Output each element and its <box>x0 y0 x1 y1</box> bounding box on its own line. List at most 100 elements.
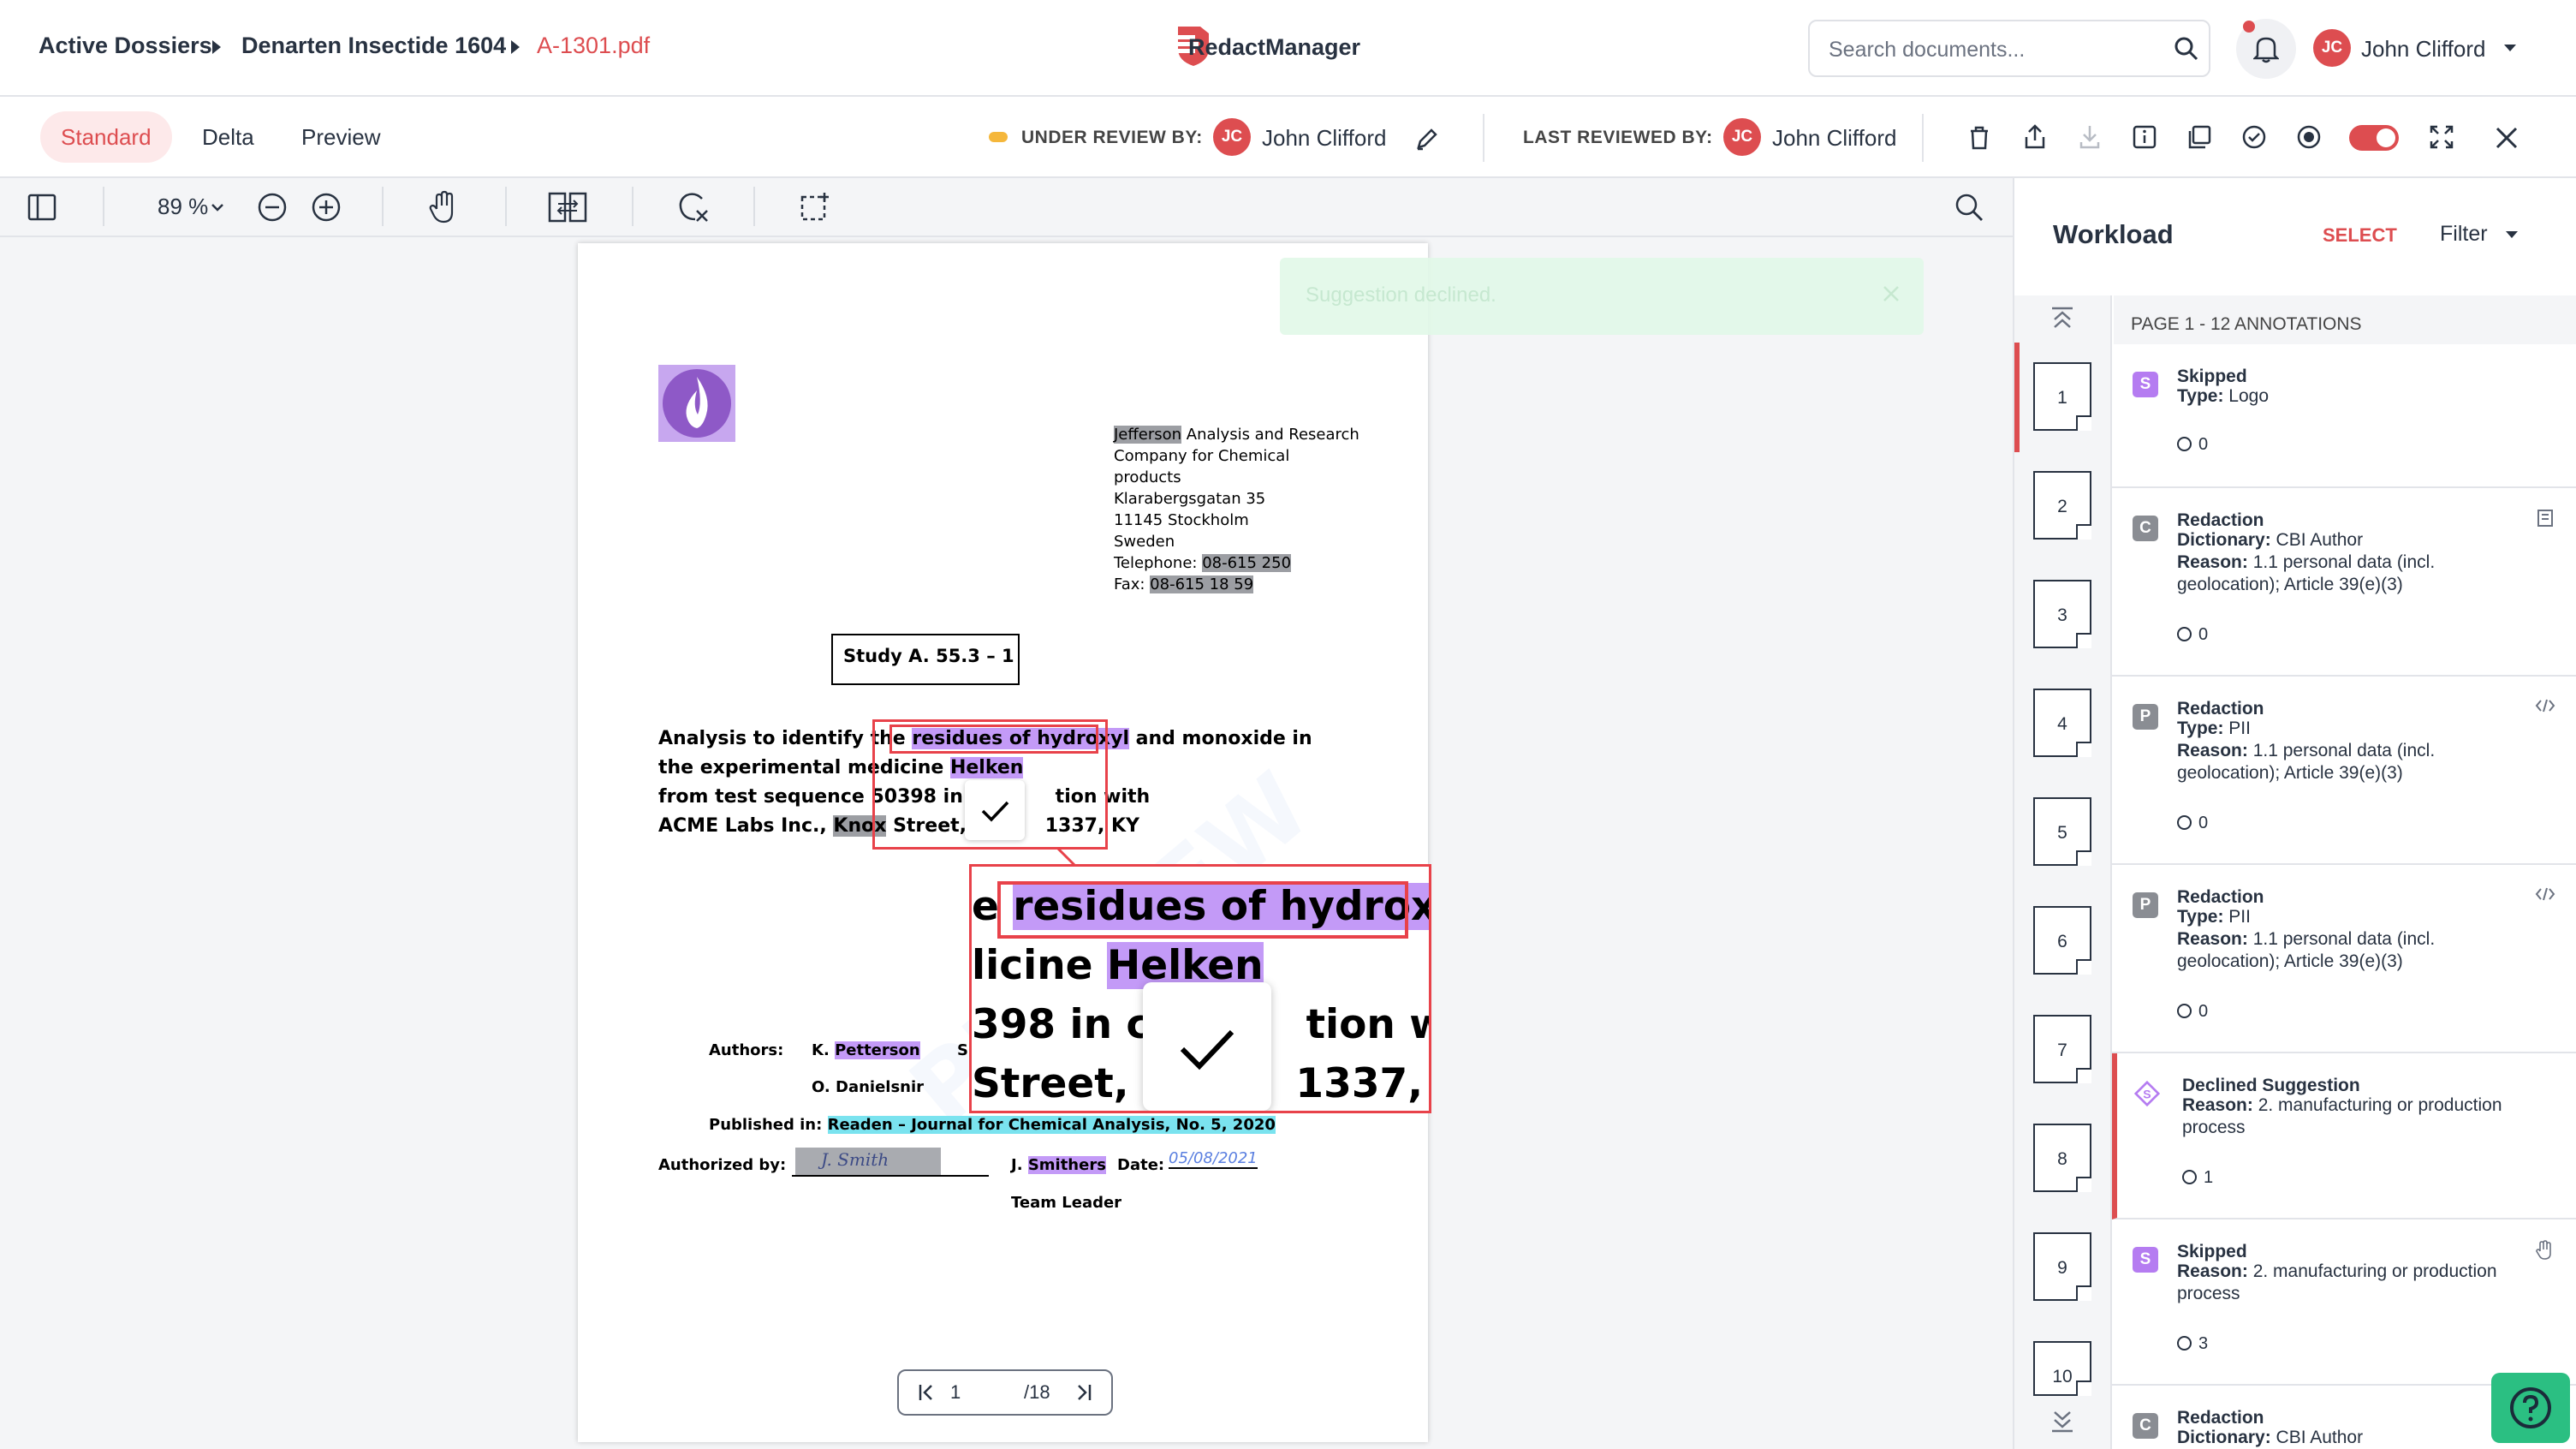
zoom-level[interactable]: 89 % <box>158 194 208 220</box>
author-partial: S <box>957 1041 968 1059</box>
first-page-icon[interactable] <box>918 1383 935 1402</box>
zoom-out-icon[interactable] <box>257 192 288 223</box>
select-button[interactable]: SELECT <box>2323 224 2397 247</box>
annotation-card-4[interactable]: P Redaction Type: PII Reason: 1.1 person… <box>2112 865 2576 1053</box>
signature: J. Smith <box>821 1149 889 1170</box>
page-thumb-10[interactable]: 10 <box>2033 1341 2091 1396</box>
annotation-title: Declined Suggestion <box>2182 1076 2360 1095</box>
toggle-switch[interactable] <box>2349 125 2399 151</box>
reviewer-name[interactable]: John Clifford <box>1262 125 1387 152</box>
clear-annotations-icon[interactable] <box>676 190 711 224</box>
share-icon[interactable] <box>2022 123 2048 151</box>
code-icon <box>2535 886 2555 903</box>
compare-pages-icon[interactable] <box>548 192 587 223</box>
pan-hand-icon[interactable] <box>428 190 459 224</box>
page-thumb-1[interactable]: 1 <box>2033 362 2091 431</box>
redacted-fax[interactable]: 08-615 18 59 <box>1150 575 1254 593</box>
annotation-card-2[interactable]: C Redaction Dictionary: CBI Author Reaso… <box>2112 488 2576 677</box>
approve-check-icon[interactable] <box>2241 124 2267 150</box>
tab-preview[interactable]: Preview <box>281 111 401 163</box>
annotation-detail: Type: PII <box>2177 907 2251 927</box>
scroll-to-top-icon[interactable] <box>2049 306 2075 330</box>
notifications-button[interactable] <box>2236 19 2296 79</box>
date-value[interactable]: 05/08/2021 <box>1169 1149 1258 1169</box>
info-icon[interactable] <box>2132 124 2157 150</box>
page-thumb-7[interactable]: 7 <box>2033 1015 2091 1083</box>
page-thumb-9[interactable]: 9 <box>2033 1232 2091 1301</box>
help-button[interactable] <box>2491 1373 2570 1443</box>
user-avatar[interactable]: JC <box>2313 29 2351 67</box>
filter-chevron-icon[interactable] <box>2506 231 2518 238</box>
toggle-sidebar-icon[interactable] <box>27 194 57 221</box>
annotation-card-6[interactable]: S Skipped Reason: 2. manufacturing or pr… <box>2112 1219 2576 1386</box>
search-input[interactable] <box>1829 34 2154 65</box>
accept-annotation-button[interactable] <box>965 780 1025 840</box>
magnifier-lens: e residues of hydroxyl a licine Helken 3… <box>969 864 1431 1113</box>
svg-text:S: S <box>2143 1087 2151 1100</box>
edit-reviewer-pencil-icon[interactable] <box>1414 126 1440 152</box>
published-line: Published in: Readen – Journal for Chemi… <box>709 1116 1276 1134</box>
page-thumb-8[interactable]: 8 <box>2033 1124 2091 1192</box>
record-icon[interactable] <box>2296 124 2322 150</box>
page-number-input[interactable]: 1 <box>950 1381 961 1404</box>
filter-button[interactable]: Filter <box>2440 222 2488 247</box>
user-name[interactable]: John Clifford <box>2361 36 2486 63</box>
tab-delta[interactable]: Delta <box>181 111 275 163</box>
annotation-card-1[interactable]: S Skipped Type: Logo 0 <box>2112 344 2576 488</box>
delete-icon[interactable] <box>1967 125 1991 151</box>
annotation-card-3[interactable]: P Redaction Type: PII Reason: 1.1 person… <box>2112 677 2576 865</box>
view-mode-bar: Standard Delta Preview UNDER REVIEW BY: … <box>0 97 2576 178</box>
notification-dot <box>2243 21 2255 33</box>
toast-close-icon[interactable] <box>1881 283 1901 304</box>
active-page-marker <box>2014 343 2020 452</box>
comment-icon <box>2177 627 2192 641</box>
divider <box>382 187 384 226</box>
comment-count[interactable]: 1 <box>2182 1168 2213 1188</box>
comment-count[interactable]: 0 <box>2177 435 2208 455</box>
copy-document-icon[interactable] <box>2186 124 2212 150</box>
user-menu-chevron-icon[interactable] <box>2504 45 2516 51</box>
comment-count[interactable]: 3 <box>2177 1334 2208 1354</box>
scroll-to-bottom-icon[interactable] <box>2049 1409 2079 1443</box>
last-page-icon[interactable] <box>1075 1383 1092 1402</box>
workload-title: Workload <box>2053 219 2174 249</box>
page-thumb-4[interactable]: 4 <box>2033 689 2091 757</box>
document-logo[interactable] <box>658 365 735 442</box>
declined-suggestion-icon: S <box>2134 1080 2160 1107</box>
redacted-telephone[interactable]: 08-615 250 <box>1202 554 1292 572</box>
area-select-icon[interactable] <box>800 192 830 223</box>
breadcrumb-item-dossier[interactable]: Denarten Insectide 1604 <box>241 33 506 59</box>
comment-icon <box>2177 815 2192 830</box>
search-icon[interactable] <box>2173 35 2200 63</box>
annotation-card-5[interactable]: S Declined Suggestion Reason: 2. manufac… <box>2112 1053 2576 1219</box>
divider <box>1922 114 1924 162</box>
redacted-signature[interactable]: J. Smith <box>795 1148 941 1175</box>
close-icon[interactable] <box>2495 126 2519 150</box>
download-icon[interactable] <box>2077 123 2103 151</box>
page-thumb-2[interactable]: 2 <box>2033 471 2091 540</box>
annotation-detail: Dictionary: CBI Author <box>2177 530 2364 550</box>
annotation-published[interactable]: Readen – Journal for Chemical Analysis, … <box>827 1116 1276 1134</box>
redacted-company[interactable]: Jefferson <box>1114 426 1182 444</box>
help-icon <box>2510 1387 2551 1428</box>
selected-annotation-highlight[interactable] <box>889 724 1098 754</box>
zoom-in-icon[interactable] <box>311 192 342 223</box>
annotation-petterson[interactable]: Petterson <box>835 1041 920 1059</box>
page-thumb-3[interactable]: 3 <box>2033 580 2091 648</box>
fullscreen-icon[interactable] <box>2429 124 2454 150</box>
annotation-smithers[interactable]: Smithers <box>1027 1156 1106 1174</box>
divider <box>505 187 507 226</box>
magnified-annotation-highlight <box>997 881 1408 939</box>
page-thumb-5[interactable]: 5 <box>2033 797 2091 866</box>
page-annotations-header: PAGE 1 - 12 ANNOTATIONS <box>2114 295 2576 350</box>
comment-count[interactable]: 0 <box>2177 814 2208 833</box>
tab-standard[interactable]: Standard <box>40 111 172 163</box>
skipped-badge: S <box>2133 372 2158 397</box>
comment-count[interactable]: 0 <box>2177 1002 2208 1022</box>
divider <box>103 187 104 226</box>
study-label: Study A. 55.3 – 1 <box>843 646 1014 666</box>
page-thumb-6[interactable]: 6 <box>2033 906 2091 975</box>
document-search-icon[interactable] <box>1954 192 1984 223</box>
breadcrumb-item-active-dossiers[interactable]: Active Dossiers <box>39 33 212 59</box>
comment-count[interactable]: 0 <box>2177 625 2208 645</box>
